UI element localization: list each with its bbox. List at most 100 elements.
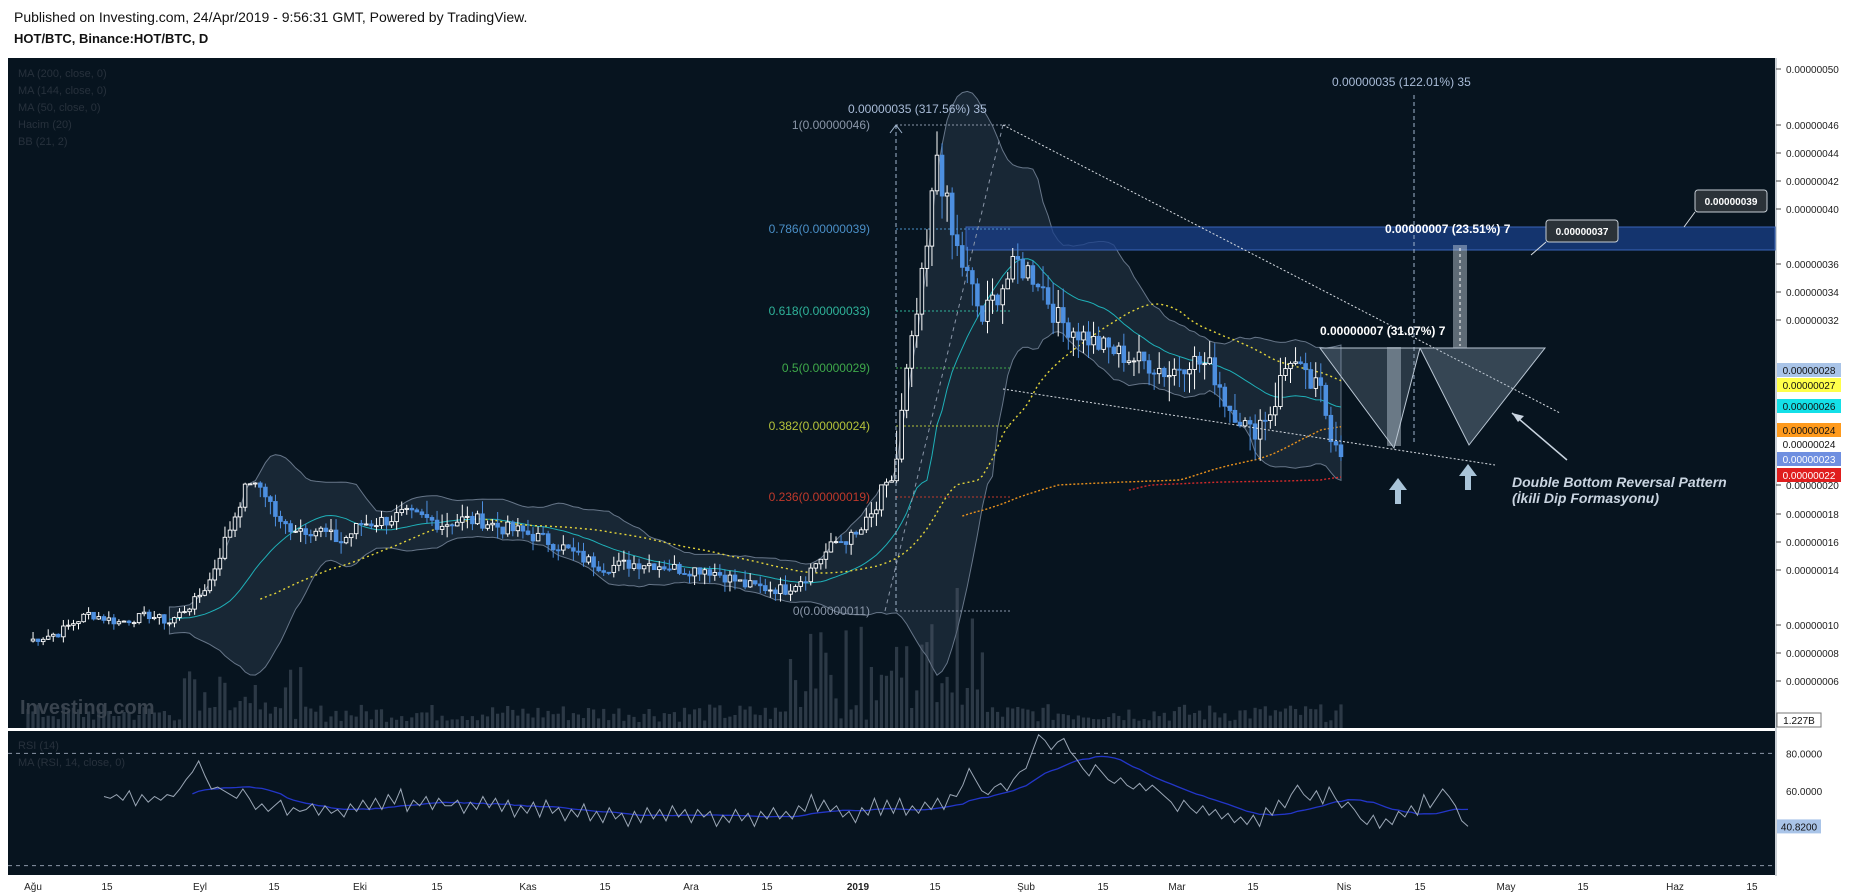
volume-bar [485,716,490,728]
candle-body [758,583,763,587]
annotation-line-2: (İkili Dip Formasyonu) [1512,490,1659,506]
candle-body [172,617,177,624]
volume-bar [213,707,217,728]
volume-bar [1334,710,1338,728]
candle-body [308,534,314,537]
volume-bar [263,702,267,728]
candle-body [51,633,56,637]
volume-bar [1187,714,1192,728]
candle-body [1106,337,1111,348]
legend-ma50[interactable]: MA (50, close, 0) [18,102,101,114]
volume-bar [980,652,984,728]
candle-body [773,589,778,595]
candle-body [1338,444,1344,458]
candle-body [444,524,450,527]
legend-rsi[interactable]: RSI (14) [18,740,59,752]
candle-body [1328,414,1334,443]
volume-bar [1076,715,1080,728]
volume-bar [642,713,646,728]
symbol-title: HOT/BTC, Binance:HOT/BTC, D [14,31,209,46]
rsi-tick-label: 60.0000 [1786,787,1823,798]
volume-bar [955,588,959,728]
volume-bar [581,718,586,728]
volume-bar [223,682,227,728]
volume-bar [273,706,277,728]
candle-body [76,621,81,625]
volume-bar [1218,717,1222,728]
x-tick-label: 15 [1746,882,1758,893]
candle-body [960,245,965,268]
volume-bar [1253,707,1257,728]
legend-bb[interactable]: BB (21, 2) [18,136,68,148]
volume-bar [814,688,818,728]
volume-bar [405,721,409,728]
volume-bar [395,719,399,728]
candle-body [222,536,228,559]
candle-body [106,617,112,621]
candle-body [1207,357,1212,365]
candle-body [803,581,808,584]
volume-bar [561,706,565,728]
candle-body [1162,367,1167,378]
candle-body [682,573,687,575]
candle-body [1318,377,1324,386]
volume-bar [415,713,419,728]
candle-body [1308,369,1313,389]
volume-bar [854,705,858,728]
volume-bar [783,711,788,728]
volume-bar [935,702,939,728]
volume-bar [950,692,954,728]
candle-body [318,527,324,532]
volume-bar [1299,714,1303,728]
volume-bar [809,633,813,728]
candle-body [237,506,243,518]
candle-body [985,299,990,322]
volume-bar [243,696,247,728]
volume-bar [844,630,848,728]
volume-bar [889,670,894,728]
volume-bar [637,722,641,728]
candle-body [429,517,435,521]
measure-label-1: 0.00000035 (317.56%) 35 [848,102,987,116]
fib-level-label: 0.786(0.00000039) [769,222,870,236]
legend-ma144[interactable]: MA (144, close, 0) [18,85,107,97]
volume-bar [379,709,384,728]
candle-body [1237,421,1243,427]
volume-bar [1177,706,1181,728]
legend-volume[interactable]: Hacim (20) [18,119,72,131]
volume-bar [531,717,535,728]
volume-bar [622,720,626,728]
volume-bar [400,716,404,728]
legend-ma200[interactable]: MA (200, close, 0) [18,68,107,80]
volume-bar [1001,716,1005,728]
candle-body [980,305,985,322]
candle-body [722,574,728,583]
price-label: 0.00000024 [1783,426,1836,437]
volume-bar [1117,715,1121,728]
volume-bar [1137,720,1141,728]
trading-chart[interactable]: 1(0.00000046) 0.786(0.00000039) 0.618(0.00… [0,56,1853,896]
fib-level-label: 0.236(0.00000019) [769,490,870,504]
volume-bar [1112,713,1116,728]
volume-bar [541,717,545,728]
candle-body [66,624,71,627]
volume-bar [990,707,995,728]
candle-body [828,541,834,553]
candle-body [939,154,945,197]
candle-body [232,516,238,531]
price-label: 0.00000026 [1783,402,1836,413]
candle-body [778,584,783,595]
candle-body [808,567,814,583]
candle-body [1232,409,1238,423]
legend-rsi-ma[interactable]: MA (RSI, 14, close, 0) [18,757,125,769]
volume-bar [349,715,353,728]
candle-body [86,611,91,615]
candle-body [853,531,859,535]
candle-body [929,190,935,247]
fib-level-label: 1(0.00000046) [792,118,870,132]
volume-bar [647,709,651,728]
candle-body [657,566,662,571]
rsi-pane[interactable] [8,731,1775,875]
volume-bar [1233,719,1237,728]
volume-bar [1056,713,1060,728]
